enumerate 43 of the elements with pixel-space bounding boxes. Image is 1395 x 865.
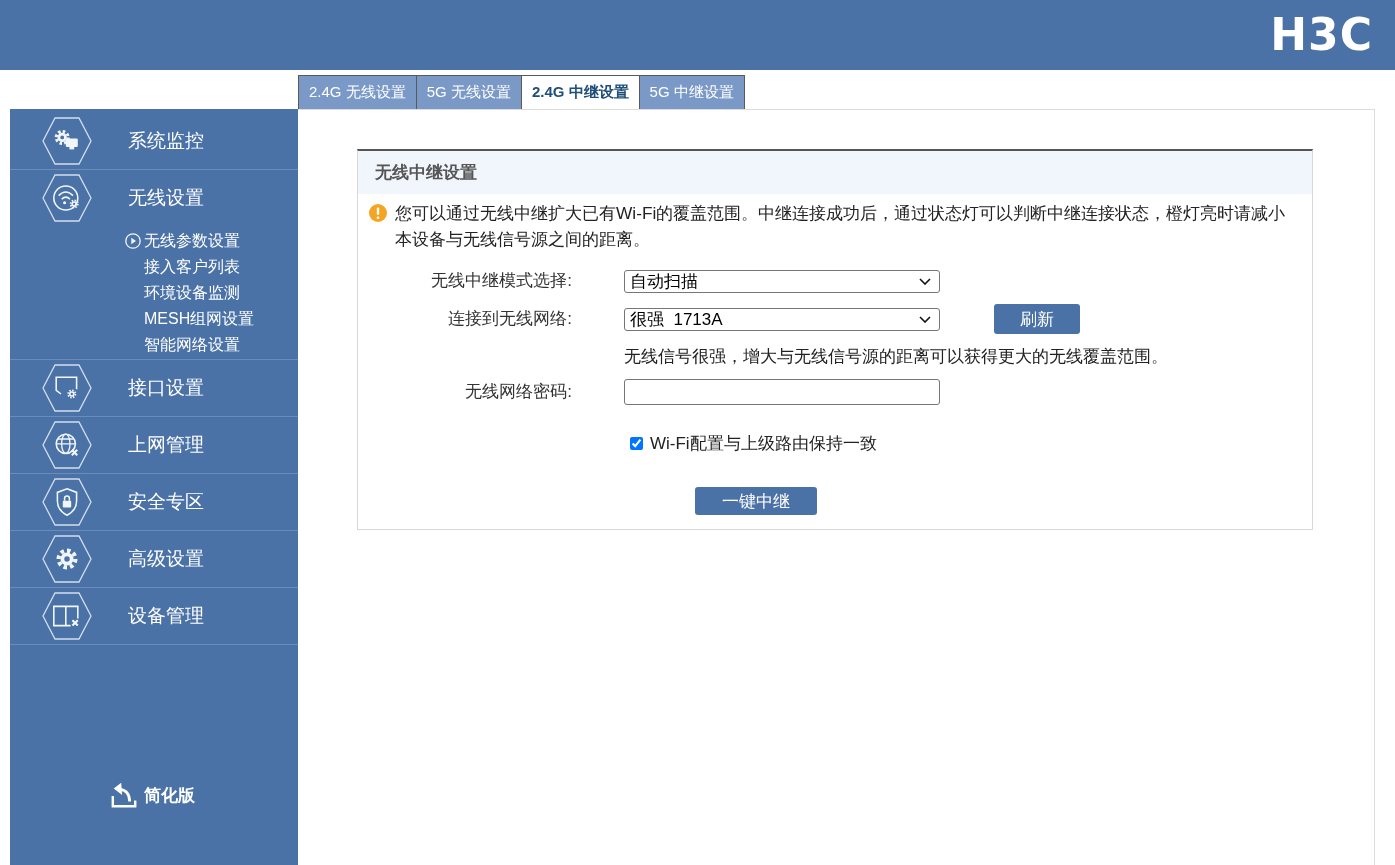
hint-text: 无线信号很强，增大与无线信号源的距离可以获得更大的无线覆盖范围。 xyxy=(624,346,1169,368)
field-label: 无线中继模式选择: xyxy=(430,270,572,292)
refresh-button[interactable]: 刷新 xyxy=(994,304,1080,334)
caret-icon xyxy=(919,277,931,285)
sidebar-item[interactable]: 安全专区 xyxy=(10,474,298,530)
sidebar-item[interactable]: 系统监控 xyxy=(10,113,298,169)
brand-logo: H3C xyxy=(1270,13,1373,57)
wifi-gear-icon xyxy=(42,174,92,222)
book-icon xyxy=(42,592,92,640)
dropdown-field[interactable]: 很强 1713A xyxy=(624,307,940,331)
field-label: 连接到无线网络: xyxy=(447,308,572,330)
sidebar-item[interactable]: 高级设置 xyxy=(10,531,298,587)
tab[interactable]: 2.4G 无线设置 xyxy=(298,75,417,109)
submenu-item[interactable]: 智能网络设置 xyxy=(144,332,240,358)
sidebar-item[interactable]: 接口设置 xyxy=(10,360,298,416)
warning-icon xyxy=(369,204,387,222)
shield-lock-icon xyxy=(42,478,92,526)
sidebar-item[interactable]: 无线设置 xyxy=(10,170,298,226)
submenu-item[interactable]: 接入客户列表 xyxy=(144,254,240,280)
dropdown-field[interactable]: 自动扫描 xyxy=(624,269,940,293)
return-arrow-icon xyxy=(110,781,138,809)
screen-gear-icon xyxy=(42,364,92,412)
gear-icon xyxy=(42,535,92,583)
play-circle-icon xyxy=(125,233,141,249)
notice-text: 您可以通过无线中继扩大已有Wi-Fi的覆盖范围。中继连接成功后，通过状态灯可以判断中继连接状态，橙灯亮时请减小本设备与无线信号源之间的距离。 xyxy=(395,202,1287,251)
password-field[interactable] xyxy=(624,379,940,405)
panel-title: 无线中继设置 xyxy=(375,162,477,184)
tab[interactable]: 5G 无线设置 xyxy=(416,75,522,109)
field-label: 无线网络密码: xyxy=(464,381,572,403)
tab[interactable]: 5G 中继设置 xyxy=(639,75,745,109)
submenu-item[interactable]: 环境设备监测 xyxy=(144,280,240,306)
simple-version-link[interactable]: 简化版 xyxy=(110,781,195,809)
gear-monitor-icon xyxy=(42,117,92,165)
sidebar-item[interactable]: 设备管理 xyxy=(10,588,298,644)
one-click-repeat-button[interactable]: 一键中继 xyxy=(695,487,817,515)
submenu-item[interactable]: 无线参数设置 xyxy=(125,228,240,254)
caret-icon xyxy=(919,315,931,323)
tab[interactable]: 2.4G 中继设置 xyxy=(521,75,640,109)
submenu-item[interactable]: MESH组网设置 xyxy=(144,306,255,332)
checkbox-label: Wi-Fi配置与上级路由保持一致 xyxy=(650,432,877,455)
globe-icon xyxy=(42,421,92,469)
checkbox[interactable] xyxy=(630,436,643,450)
sidebar-item[interactable]: 上网管理 xyxy=(10,417,298,473)
